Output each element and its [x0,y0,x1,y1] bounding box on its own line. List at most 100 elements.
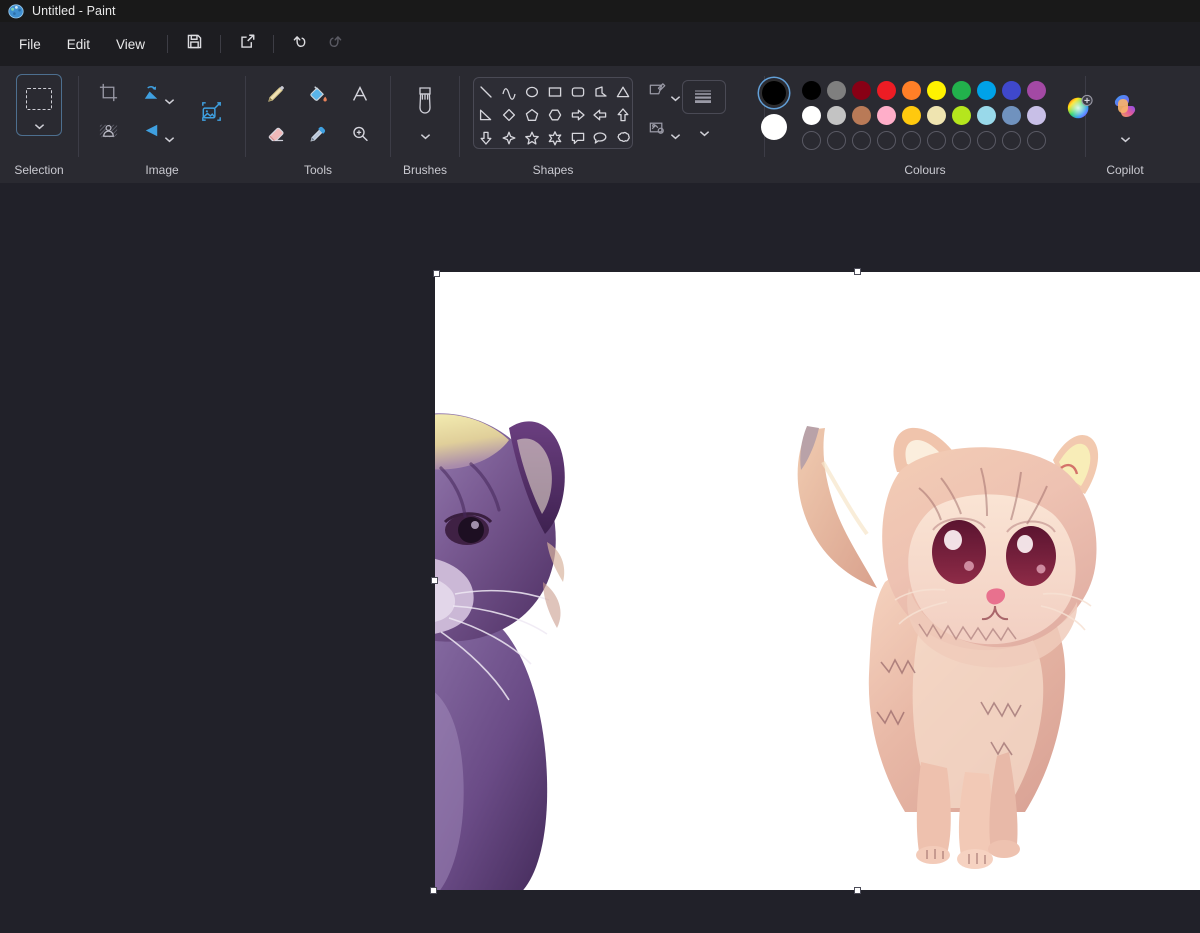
palette-swatch-2-0[interactable] [802,106,821,125]
share-button[interactable] [230,29,264,59]
canvas-workspace[interactable] [0,183,1200,933]
shape-six-point-star[interactable] [544,127,566,148]
chevron-down-icon[interactable] [670,89,680,95]
shape-pentagon[interactable] [521,104,543,125]
handle-top-left[interactable] [433,270,440,277]
palette-swatch-1-2[interactable] [852,81,871,100]
palette-swatch-2-4[interactable] [902,106,921,125]
palette-swatch-2-7[interactable] [977,106,996,125]
text-button[interactable] [343,80,377,112]
shape-polygon[interactable] [589,81,611,102]
fill-button[interactable] [301,80,335,112]
chevron-down-icon[interactable] [34,117,44,123]
shape-hexagon[interactable] [544,104,566,125]
shape-right-arrow[interactable] [567,104,589,125]
redo-icon [325,32,344,56]
palette-swatch-3-9[interactable] [1027,131,1046,150]
undo-button[interactable] [283,29,317,59]
eyedropper-icon [307,123,329,150]
menu-edit[interactable]: Edit [54,30,103,59]
menu-file[interactable]: File [6,30,54,59]
palette-swatch-1-4[interactable] [902,81,921,100]
palette-swatch-1-7[interactable] [977,81,996,100]
palette-swatch-1-5[interactable] [927,81,946,100]
shape-oval[interactable] [521,81,543,102]
palette-swatch-1-3[interactable] [877,81,896,100]
shape-line[interactable] [475,81,497,102]
outline-button[interactable] [646,76,680,108]
shape-right-triangle[interactable] [475,104,497,125]
palette-swatch-1-0[interactable] [802,81,821,100]
fill-style-button[interactable] [646,114,680,146]
palette-swatch-2-5[interactable] [927,106,946,125]
redo-button[interactable] [317,29,351,59]
resize-and-skew-button[interactable] [194,98,228,130]
palette-swatch-2-6[interactable] [952,106,971,125]
shape-triangle[interactable] [612,81,633,102]
palette-swatch-2-2[interactable] [852,106,871,125]
palette-swatch-3-8[interactable] [1002,131,1021,150]
group-label-shapes: Shapes [460,163,646,177]
palette-swatch-3-1[interactable] [827,131,846,150]
ribbon-group-shapes: Shapes [460,66,646,183]
palette-swatch-2-9[interactable] [1027,106,1046,125]
menu-view[interactable]: View [103,30,158,59]
copilot-button[interactable] [1101,86,1149,140]
shape-cloud-callout[interactable] [612,127,633,148]
palette-swatch-1-9[interactable] [1027,81,1046,100]
palette-swatch-1-6[interactable] [952,81,971,100]
magnifier-button[interactable] [343,120,377,152]
shape-rounded-rectangle[interactable] [567,81,589,102]
palette-swatch-3-5[interactable] [927,131,946,150]
palette-swatch-1-8[interactable] [1002,81,1021,100]
colour-1-swatch[interactable] [761,80,787,106]
palette-swatch-3-7[interactable] [977,131,996,150]
colour-picker-button[interactable] [301,120,335,152]
chevron-down-icon[interactable] [164,92,174,98]
pencil-button[interactable] [259,80,293,112]
paint-canvas[interactable] [435,272,1200,890]
handle-bottom-left[interactable] [430,887,437,894]
palette-swatch-3-3[interactable] [877,131,896,150]
palette-swatch-2-8[interactable] [1002,106,1021,125]
shape-curve[interactable] [498,81,520,102]
shape-rectangular-callout[interactable] [567,127,589,148]
handle-middle-left[interactable] [431,577,438,584]
eraser-button[interactable] [259,120,293,152]
shape-left-arrow[interactable] [589,104,611,125]
shape-five-point-star[interactable] [521,127,543,148]
window-title: Untitled - Paint [32,4,116,18]
rotate-button[interactable] [140,79,174,111]
palette-swatch-2-3[interactable] [877,106,896,125]
rectangular-selection-button[interactable] [16,74,62,136]
chevron-down-icon[interactable] [1120,130,1130,136]
shape-down-arrow[interactable] [475,127,497,148]
brushes-button[interactable] [404,80,446,137]
chevron-down-icon[interactable] [164,130,174,136]
handle-bottom-center[interactable] [854,887,861,894]
crop-button[interactable] [91,79,125,111]
thickness-button[interactable] [682,80,726,114]
shape-diamond[interactable] [498,104,520,125]
chevron-down-icon[interactable] [699,124,709,130]
chevron-down-icon[interactable] [420,127,430,133]
save-button[interactable] [177,29,211,59]
palette-swatch-2-1[interactable] [827,106,846,125]
colour-2-swatch[interactable] [761,114,787,140]
palette-swatch-1-1[interactable] [827,81,846,100]
shape-rectangle[interactable] [544,81,566,102]
palette-swatch-3-4[interactable] [902,131,921,150]
remove-background-button[interactable] [91,117,125,149]
chevron-down-icon[interactable] [670,127,680,133]
save-icon [186,33,203,55]
flip-button[interactable] [140,117,174,149]
menu-divider-3 [273,35,274,53]
shape-four-point-star[interactable] [498,127,520,148]
palette-swatch-3-6[interactable] [952,131,971,150]
shape-up-arrow[interactable] [612,104,633,125]
handle-top-center[interactable] [854,268,861,275]
shapes-gallery[interactable] [473,77,633,149]
palette-swatch-3-0[interactable] [802,131,821,150]
palette-swatch-3-2[interactable] [852,131,871,150]
shape-rounded-callout[interactable] [589,127,611,148]
